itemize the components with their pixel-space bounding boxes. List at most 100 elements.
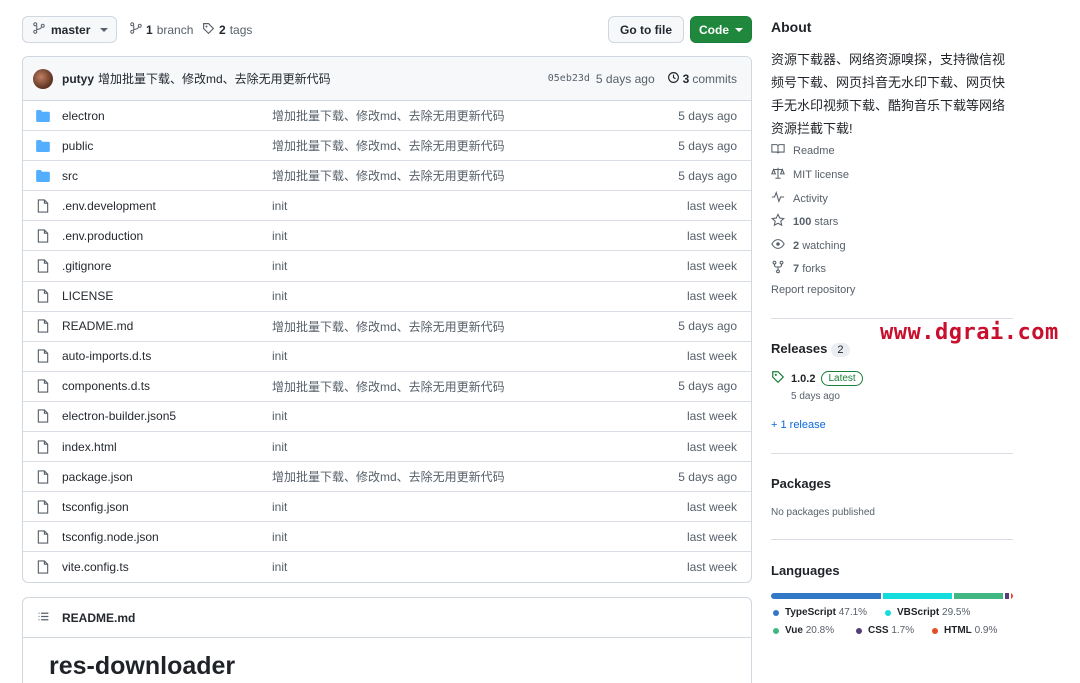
folder-icon [35,138,51,154]
tag-count: 2 [219,23,226,37]
file-commit-age: last week [686,259,737,274]
languages-bar [771,593,1013,599]
commit-author[interactable]: putyy [62,72,94,86]
file-commit-message-link[interactable]: init [272,199,647,213]
file-commit-message-link[interactable]: init [272,560,647,574]
table-row: tsconfig.json init last week [23,492,751,523]
file-name-link[interactable]: vite.config.ts [62,560,272,574]
readme-link[interactable]: Readme [771,142,835,159]
file-name-link[interactable]: electron-builder.json5 [62,409,272,423]
license-link[interactable]: MIT license [771,166,849,183]
file-commit-message-link[interactable]: init [272,259,647,273]
file-name-link[interactable]: .env.production [62,229,272,243]
file-icon [35,529,51,545]
file-commit-message-link[interactable]: 增加批量下载、修改md、去除无用更新代码 [272,318,647,335]
table-row: auto-imports.d.ts init last week [23,342,751,372]
branch-selector-button[interactable]: master [22,16,117,43]
history-icon [667,71,680,87]
tag-icon [771,370,785,387]
commit-age: 5 days ago [595,71,655,86]
file-commit-message-link[interactable]: 增加批量下载、修改md、去除无用更新代码 [272,167,647,184]
chevron-down-icon [735,27,743,32]
file-commit-message-link[interactable]: 增加批量下载、修改md、去除无用更新代码 [272,137,647,154]
watchers-link[interactable]: 2 watching [771,237,846,254]
file-name-link[interactable]: index.html [62,440,272,454]
file-commit-message-link[interactable]: init [272,229,647,243]
file-name-link[interactable]: README.md [62,319,272,333]
avatar[interactable] [33,68,53,89]
code-button-label: Code [699,22,729,37]
releases-heading[interactable]: Releases 2 [771,341,850,357]
file-commit-message-link[interactable]: 增加批量下载、修改md、去除无用更新代码 [272,468,647,485]
file-commit-message-link[interactable]: 增加批量下载、修改md、去除无用更新代码 [272,107,647,124]
language-item[interactable]: CSS 1.7% [856,625,914,636]
readme-panel: README.md res-downloader [22,597,752,683]
file-commit-message-link[interactable]: 增加批量下载、修改md、去除无用更新代码 [272,378,647,395]
release-version: 1.0.2 [791,372,816,385]
latest-release-link[interactable]: 1.0.2 Latest [771,370,863,387]
release-date: 5 days ago [791,391,840,402]
language-item[interactable]: TypeScript 47.1% [773,607,867,618]
file-commit-age: last week [686,409,737,424]
file-commit-age: last week [686,560,737,575]
readme-filename[interactable]: README.md [62,611,135,625]
file-name-link[interactable]: tsconfig.json [62,500,272,514]
language-item[interactable]: Vue 20.8% [773,625,834,636]
file-name-link[interactable]: .env.development [62,199,272,213]
file-commit-message-link[interactable]: init [272,500,647,514]
code-button[interactable]: Code [690,16,752,43]
table-row: components.d.ts 增加批量下载、修改md、去除无用更新代码 5 day… [23,372,751,402]
file-browser: putyy 增加批量下载、修改md、去除无用更新代码 05eb23d 5 day… [22,56,752,583]
pulse-icon [771,190,785,207]
file-name-link[interactable]: auto-imports.d.ts [62,349,272,363]
table-row: .env.development init last week [23,191,751,222]
list-icon[interactable] [37,610,50,626]
commit-sha[interactable]: 05eb23d [548,73,590,84]
table-row: tsconfig.node.json init last week [23,522,751,553]
branches-link[interactable]: 1 branch [130,22,193,37]
star-icon [771,213,785,230]
language-color-dot [773,609,779,616]
table-row: index.html init last week [23,432,751,463]
file-name-link[interactable]: .gitignore [62,259,272,273]
commit-message[interactable]: 增加批量下载、修改md、去除无用更新代码 [98,70,331,87]
file-commit-message-link[interactable]: init [272,349,647,363]
branch-label: branch [156,22,194,37]
file-commit-age: last week [686,228,737,243]
report-repository-link[interactable]: Report repository [771,284,855,296]
file-name-link[interactable]: electron [62,109,272,123]
tags-link[interactable]: 2 tags [202,22,252,38]
file-name-link[interactable]: public [62,139,272,153]
folder-icon [35,108,51,124]
file-icon [35,499,51,515]
stars-link[interactable]: 100 stars [771,213,838,230]
commit-count: 3 [682,71,690,86]
table-row: electron 增加批量下载、修改md、去除无用更新代码 5 days ago [23,101,751,132]
packages-heading[interactable]: Packages [771,476,831,491]
language-item[interactable]: HTML 0.9% [932,625,997,636]
commits-history-link[interactable]: 3 commits [667,71,737,87]
forks-link[interactable]: 7 forks [771,260,826,277]
file-commit-message-link[interactable]: init [272,440,647,454]
file-commit-message-link[interactable]: init [272,409,647,423]
file-name-link[interactable]: LICENSE [62,289,272,303]
language-name: HTML [944,625,972,636]
file-name-link[interactable]: package.json [62,470,272,484]
file-name-link[interactable]: components.d.ts [62,379,272,393]
repo-forked-icon [771,260,785,277]
file-commit-age: 5 days ago [678,469,737,484]
more-releases-link[interactable]: + 1 release [771,419,826,431]
tag-label: tags [229,23,253,37]
book-icon [771,142,785,159]
git-branch-icon [130,22,142,37]
no-packages-text: No packages published [771,507,875,518]
license-link-label: MIT license [793,168,850,181]
file-name-link[interactable]: src [62,169,272,183]
language-item[interactable]: VBScript 29.5% [885,607,970,618]
file-commit-message-link[interactable]: init [272,289,647,303]
go-to-file-button[interactable]: Go to file [608,16,684,43]
file-commit-message-link[interactable]: init [272,530,647,544]
branch-count: 1 [146,22,153,37]
file-name-link[interactable]: tsconfig.node.json [62,530,272,544]
activity-link[interactable]: Activity [771,190,828,207]
